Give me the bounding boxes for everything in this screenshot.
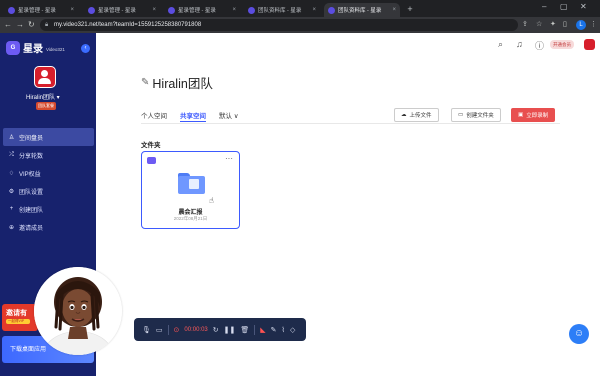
record-indicator-icon: ⊙: [173, 326, 180, 334]
hand-cursor-icon: ☝: [209, 196, 214, 205]
favicon-icon: [168, 6, 175, 14]
camera-toggle-icon[interactable]: ▭: [156, 326, 163, 334]
bookmark-star-icon[interactable]: ☆: [536, 19, 542, 31]
space-tabs: 个人空间 共享空间 默认 ∨: [141, 110, 239, 122]
delete-icon[interactable]: 🗑︎: [240, 326, 249, 334]
maximize-icon[interactable]: ▢: [560, 2, 568, 11]
back-icon[interactable]: ←: [4, 20, 12, 30]
favicon-icon: [88, 6, 95, 14]
folder-card[interactable]: ··· 晨会汇报 2022年08月21日: [141, 151, 240, 229]
edit-pencil-icon[interactable]: ✎: [141, 77, 149, 88]
url-bar[interactable]: 🔒︎ my.video321.net/team?teamId=155912525…: [40, 19, 518, 31]
recording-timer: 00:00:03: [184, 326, 208, 333]
close-tab-icon[interactable]: ×: [392, 7, 396, 13]
browser-profile-avatar[interactable]: L: [576, 20, 586, 30]
invite-promo-banner[interactable]: 邀请有 一起得VIP: [2, 304, 38, 331]
minimize-icon[interactable]: –: [542, 2, 546, 11]
close-tab-icon[interactable]: ×: [152, 7, 156, 13]
forward-icon[interactable]: →: [16, 20, 24, 30]
webcam-avatar[interactable]: [34, 267, 122, 355]
url-text: my.video321.net/team?teamId=155912525838…: [54, 22, 202, 28]
favicon-icon: [328, 6, 335, 14]
vip-icon: ♢: [8, 170, 15, 177]
settings-icon: ⚙: [8, 188, 15, 195]
tab-shared-space[interactable]: 共享空间: [180, 110, 206, 122]
browser-tab[interactable]: 星录管理 - 星录 ×: [4, 3, 78, 17]
team-name-dropdown[interactable]: Hiralin团队 ▾: [26, 92, 60, 101]
collapse-sidebar-button[interactable]: ‹: [81, 44, 90, 53]
pause-icon[interactable]: ❚❚: [224, 326, 236, 334]
browser-tab-active[interactable]: 团队资料库 - 星录 ×: [324, 3, 400, 17]
extensions-icon[interactable]: ✦: [550, 19, 556, 31]
reload-icon[interactable]: ↻: [28, 20, 35, 30]
close-tab-icon[interactable]: ×: [232, 7, 236, 13]
close-tab-icon[interactable]: ×: [70, 7, 74, 13]
recording-toolbar: 🎙︎ ▭ ⊙ 00:00:03 ↻ ❚❚ 🗑︎ ◣ ✎ ⌇ ◇: [134, 318, 306, 341]
browser-tab[interactable]: 星录管理 - 星录 ×: [164, 3, 240, 17]
brand-logo[interactable]: G 星录 Video321: [6, 40, 65, 55]
eraser-icon[interactable]: ◇: [290, 326, 295, 334]
add-team-icon: +: [9, 206, 14, 212]
microphone-icon[interactable]: 🎙︎: [142, 326, 151, 334]
help-icon[interactable]: ⓘ: [535, 39, 544, 52]
section-title: 文件夹: [141, 142, 161, 149]
sidebar-item-settings[interactable]: ⚙ 团队设置: [3, 182, 94, 200]
logo-mark-icon: G: [6, 40, 20, 55]
sidebar-item-share[interactable]: ⤮ 分享轮数: [3, 146, 94, 164]
favicon-icon: [8, 6, 15, 14]
browser-menu-icon[interactable]: ⋮: [590, 19, 597, 31]
close-window-icon[interactable]: ✕: [580, 2, 587, 11]
lock-icon: 🔒︎: [45, 22, 49, 28]
user-avatar[interactable]: [584, 39, 595, 50]
tab-divider: [141, 123, 560, 124]
sidebar-item-create-team[interactable]: + 创建团队: [3, 200, 94, 218]
share-page-icon[interactable]: ⇪: [522, 19, 528, 31]
upload-file-button[interactable]: ☁ 上传文件: [394, 108, 439, 122]
browser-tab-bar: 星录管理 - 星录 × 星录管理 - 星录 × 星录管理 - 星录 × 团队资料…: [0, 0, 600, 17]
favicon-icon: [248, 6, 255, 14]
more-options-icon[interactable]: ···: [225, 154, 233, 163]
vip-badge[interactable]: 开通会员: [550, 40, 574, 49]
sidebar-item-invite[interactable]: ⊕ 邀请成员: [3, 218, 94, 236]
search-icon[interactable]: ⌕: [498, 39, 503, 50]
page-title: Hiralin团队: [152, 77, 213, 91]
folder-name: 晨会汇报: [178, 210, 203, 216]
restart-icon[interactable]: ↻: [213, 326, 219, 334]
folder-date: 2022年08月21日: [173, 216, 208, 221]
page-title-row: ✎ Hiralin团队: [141, 73, 213, 92]
customer-service-button[interactable]: ☺: [569, 324, 589, 344]
folder-icon: [178, 173, 205, 194]
brush-icon[interactable]: ⌇: [282, 326, 285, 334]
address-toolbar: ← → ↻ 🔒︎ my.video321.net/team?teamId=155…: [0, 17, 600, 33]
team-plan-badge: 团队套餐: [36, 102, 56, 110]
pen-icon[interactable]: ✎: [271, 326, 277, 334]
share-icon: ⤮: [9, 151, 14, 158]
close-tab-icon[interactable]: ×: [312, 7, 316, 13]
sidebar-item-vip[interactable]: ♢ VIP权益: [3, 164, 94, 182]
bell-icon[interactable]: ♫: [516, 39, 523, 49]
tab-personal-space[interactable]: 个人空间: [141, 110, 167, 122]
sidepanel-icon[interactable]: ▯: [563, 19, 567, 31]
team-avatar[interactable]: [34, 66, 56, 88]
camera-icon: ▣: [518, 112, 524, 118]
record-now-button[interactable]: ▣ 立即录制: [511, 108, 556, 122]
new-tab-button[interactable]: +: [404, 3, 416, 15]
person-icon: ♙: [8, 134, 15, 141]
sidebar-menu: ♙ 空间盘员 ⤮ 分享轮数 ♢ VIP权益 ⚙ 团队设置 + 创建团队 ⊕ 邀请…: [3, 128, 94, 236]
sort-default-dropdown[interactable]: 默认 ∨: [219, 110, 239, 122]
invite-icon: ⊕: [8, 224, 15, 231]
memoji-avatar-image: [34, 267, 122, 355]
sidebar-item-space[interactable]: ♙ 空间盘员: [3, 128, 94, 146]
cloud-upload-icon: ☁: [401, 112, 407, 118]
create-folder-button[interactable]: ▭ 创建文件夹: [451, 108, 501, 122]
brand-tag-icon: [147, 157, 156, 164]
folder-add-icon: ▭: [458, 112, 464, 118]
browser-tab[interactable]: 团队资料库 - 星录 ×: [244, 3, 320, 17]
highlight-icon[interactable]: ◣: [260, 326, 265, 334]
browser-tab[interactable]: 星录管理 - 星录 ×: [84, 3, 160, 17]
